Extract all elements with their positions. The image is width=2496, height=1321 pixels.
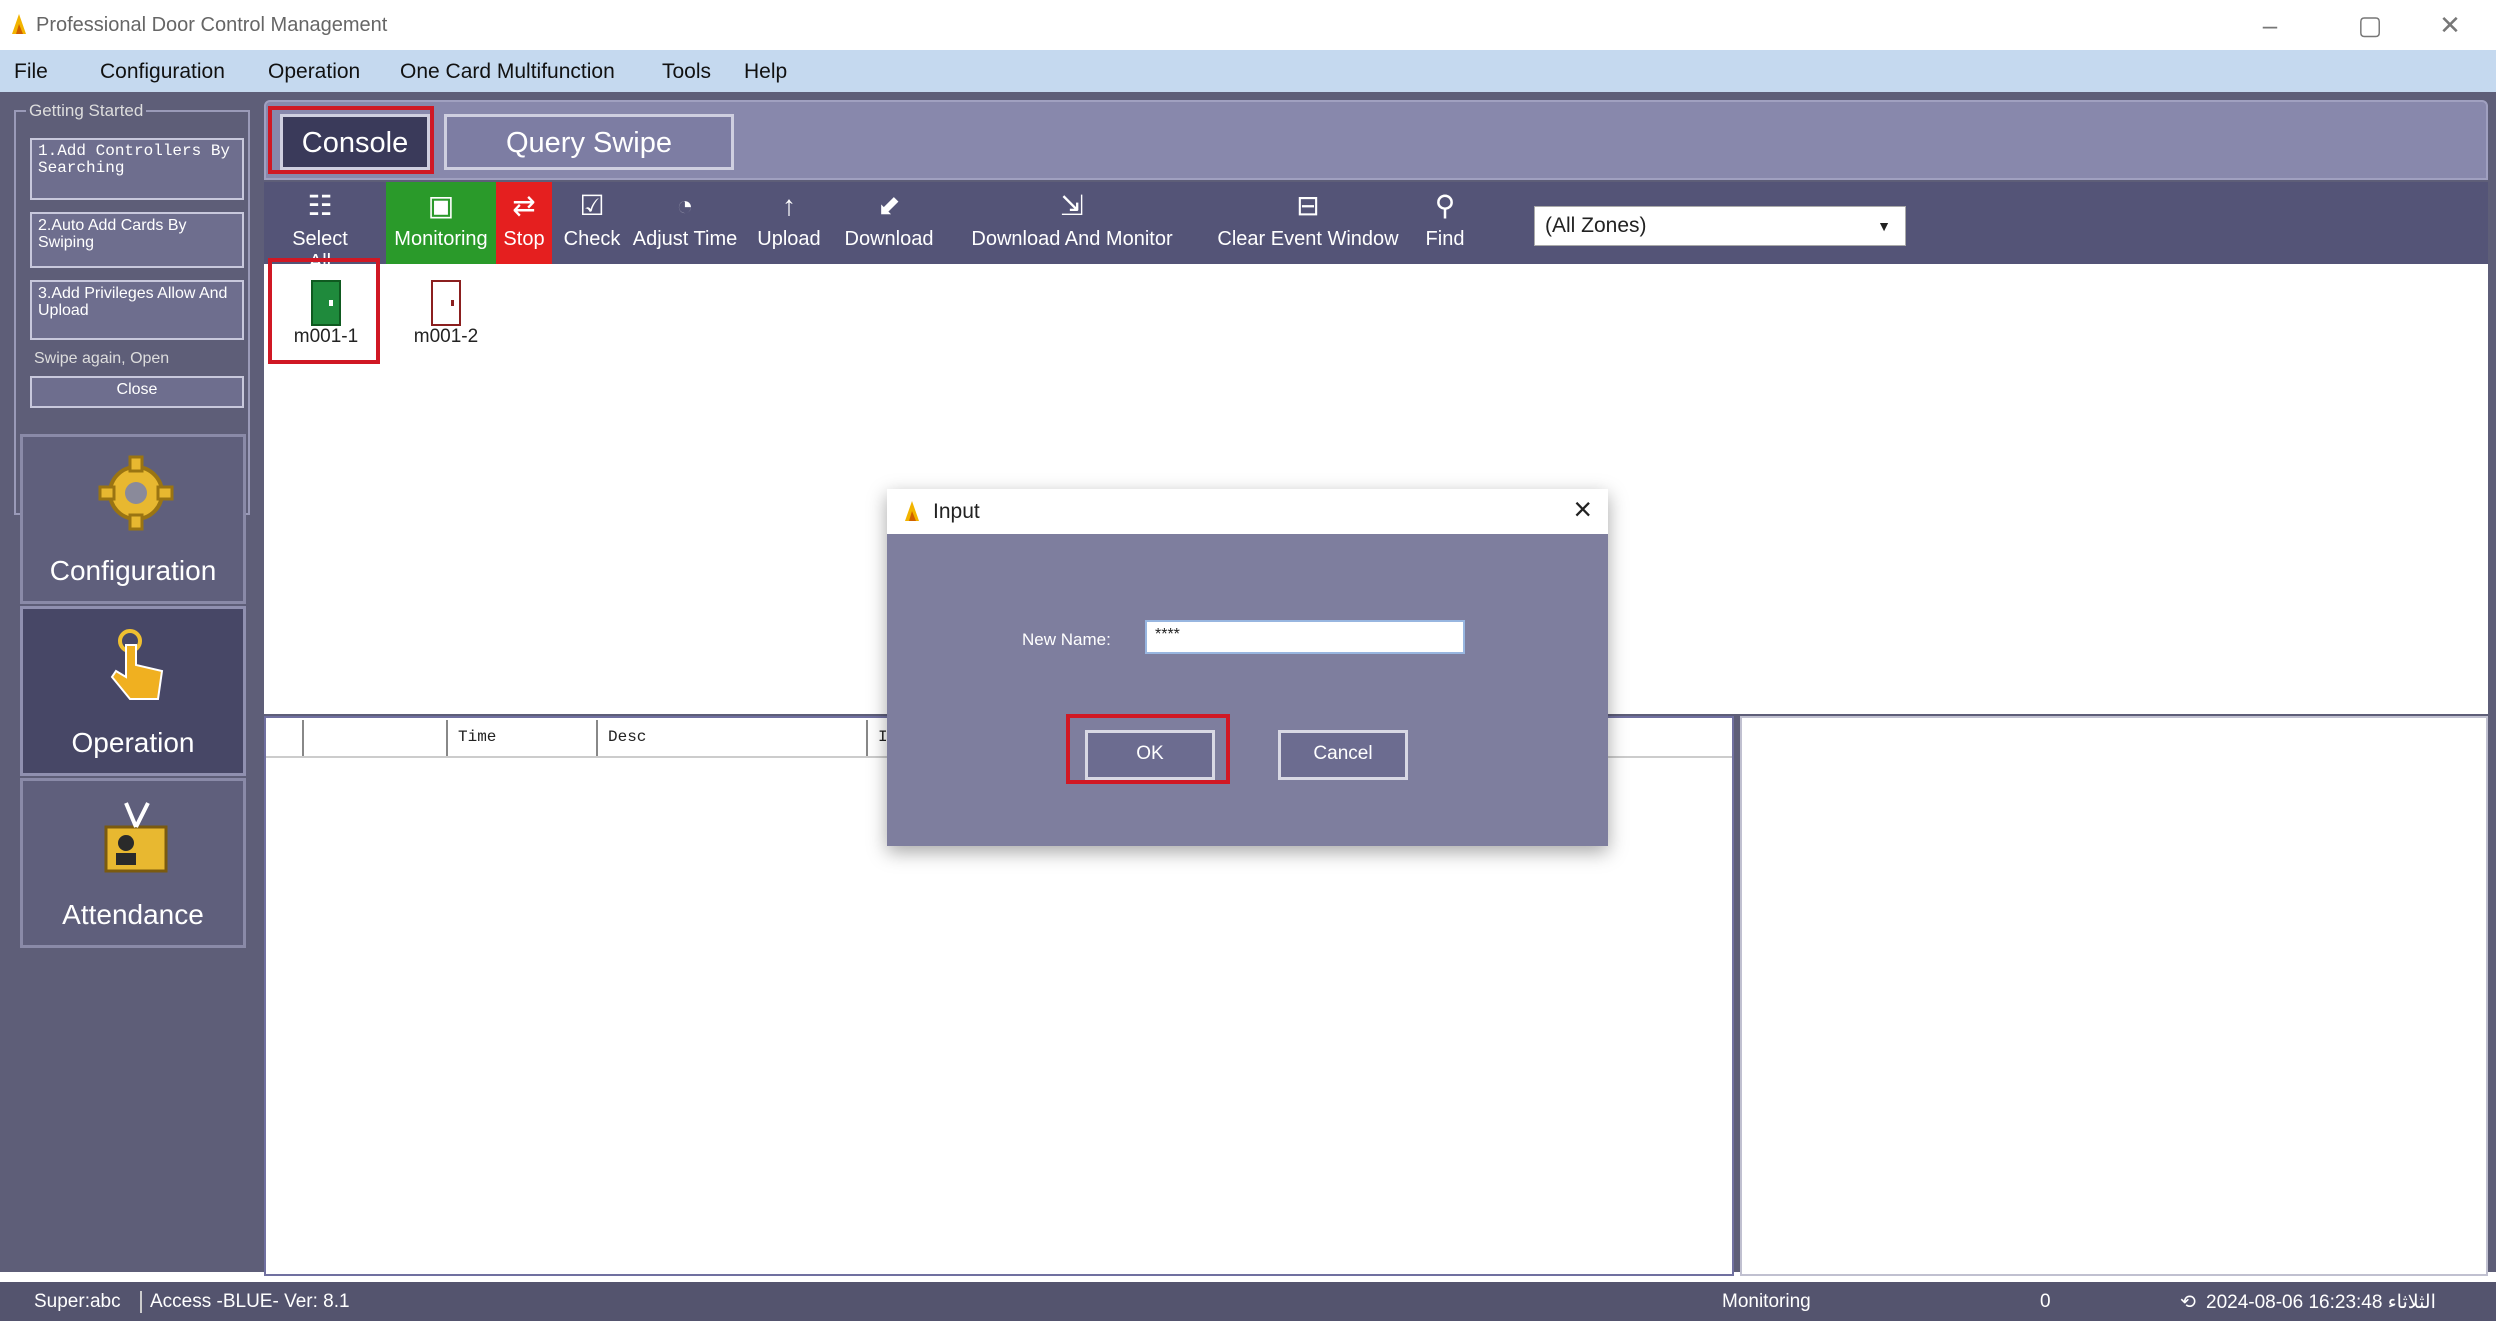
stop-label: Stop bbox=[503, 228, 545, 250]
status-bar bbox=[0, 1282, 2496, 1321]
menu-one-card[interactable]: One Card Multifunction bbox=[400, 60, 615, 84]
upload-label: Upload bbox=[757, 228, 821, 250]
download-label: Download bbox=[844, 228, 934, 250]
nav-attendance[interactable]: Attendance bbox=[20, 778, 246, 948]
maximize-button[interactable]: ▢ bbox=[2350, 10, 2390, 41]
monitoring-label: Monitoring bbox=[394, 228, 488, 250]
close-window-button[interactable]: ✕ bbox=[2430, 10, 2470, 41]
adjust-time-button[interactable]: ◔ Adjust Time bbox=[630, 182, 740, 264]
check-button[interactable]: ☑ Check bbox=[560, 182, 624, 264]
minimize-button[interactable]: – bbox=[2250, 10, 2290, 41]
new-name-label: New Name: bbox=[1022, 630, 1111, 649]
menu-help[interactable]: Help bbox=[744, 60, 787, 84]
nav-attendance-label: Attendance bbox=[62, 899, 204, 930]
stop-icon: ⇄ bbox=[512, 190, 536, 221]
gear-icon bbox=[98, 455, 174, 531]
highlight-ok bbox=[1066, 714, 1230, 784]
find-button[interactable]: ⚲ Find bbox=[1420, 182, 1470, 264]
nav-operation[interactable]: Operation bbox=[20, 606, 246, 776]
upload-icon: ↑ bbox=[782, 190, 796, 221]
check-icon: ☑ bbox=[579, 190, 605, 221]
download-button[interactable]: ⬋ Download bbox=[836, 182, 942, 264]
attendance-icon bbox=[104, 802, 168, 873]
menu-operation[interactable]: Operation bbox=[268, 60, 360, 84]
app-logo-icon bbox=[905, 501, 919, 521]
column-header-desc[interactable]: Desc bbox=[596, 720, 866, 756]
stop-button[interactable]: ⇄ Stop bbox=[496, 182, 552, 264]
clear-event-window-label: Clear Event Window bbox=[1217, 228, 1399, 250]
step-auto-add-cards-button[interactable]: 2.Auto Add Cards By Swiping bbox=[30, 212, 244, 268]
hand-pointer-icon bbox=[110, 629, 164, 700]
status-user: Super:abc bbox=[34, 1291, 121, 1312]
nav-configuration[interactable]: Configuration bbox=[20, 434, 246, 604]
input-dialog bbox=[887, 489, 1608, 846]
menu-configuration[interactable]: Configuration bbox=[100, 60, 225, 84]
select-all-icon: ☷ bbox=[307, 190, 333, 221]
adjust-time-label: Adjust Time bbox=[632, 228, 738, 250]
clear-icon: ⊟ bbox=[1296, 190, 1320, 221]
upload-button[interactable]: ↑ Upload bbox=[750, 182, 828, 264]
getting-started-close-button[interactable]: Close bbox=[30, 376, 244, 408]
dialog-title: Input bbox=[933, 500, 980, 523]
monitoring-button[interactable]: ▣ Monitoring bbox=[386, 182, 496, 264]
cancel-button[interactable]: Cancel bbox=[1278, 730, 1408, 780]
detail-pane bbox=[1740, 716, 2488, 1276]
input-dialog-titlebar: Input × bbox=[887, 489, 1608, 534]
door-name: m001-2 bbox=[413, 326, 479, 347]
chevron-down-icon: ▼ bbox=[1877, 218, 1891, 234]
new-name-input[interactable]: **** bbox=[1145, 620, 1465, 654]
menu-file[interactable]: File bbox=[14, 60, 48, 84]
find-label: Find bbox=[1425, 228, 1465, 250]
clock-icon: ◔ bbox=[676, 190, 694, 221]
check-label: Check bbox=[563, 228, 621, 250]
select-all-button[interactable]: ☷ Select All bbox=[286, 182, 354, 273]
nav-configuration-label: Configuration bbox=[49, 555, 217, 586]
menu-bar: File Configuration Operation One Card Mu… bbox=[0, 50, 2496, 92]
column-header-time[interactable]: Time bbox=[446, 720, 596, 756]
door-item[interactable]: m001-2 bbox=[396, 276, 496, 376]
step-add-privileges-button[interactable]: 3.Add Privileges Allow And Upload bbox=[30, 280, 244, 340]
status-datetime: 2024-08-06 16:23:48 الثلاثاء bbox=[2206, 1292, 2436, 1313]
nav-operation-label: Operation bbox=[71, 727, 195, 758]
clear-event-window-button[interactable]: ⊟ Clear Event Window bbox=[1202, 182, 1414, 264]
download-and-monitor-label: Download And Monitor bbox=[971, 228, 1173, 250]
download-icon: ⬋ bbox=[877, 190, 901, 221]
status-state: Monitoring bbox=[1722, 1291, 1811, 1312]
highlight-door bbox=[268, 258, 380, 364]
clock-icon: ⟲ bbox=[2180, 1292, 2196, 1313]
window-title: Professional Door Control Management bbox=[36, 14, 388, 36]
status-mode: Access -BLUE- Ver: 8.1 bbox=[140, 1291, 350, 1313]
highlight-console bbox=[268, 106, 434, 174]
tab-query-swipe-records[interactable]: Query Swipe Records bbox=[444, 114, 734, 211]
dialog-close-button[interactable]: × bbox=[1573, 491, 1592, 528]
zone-select[interactable]: (All Zones) ▼ bbox=[1534, 206, 1906, 246]
status-count: 0 bbox=[2040, 1291, 2051, 1312]
monitor-icon: ▣ bbox=[427, 190, 455, 221]
menu-tools[interactable]: Tools bbox=[662, 60, 711, 84]
column-header[interactable] bbox=[302, 720, 446, 756]
download-and-monitor-button[interactable]: ⇲ Download And Monitor bbox=[952, 182, 1192, 264]
find-icon: ⚲ bbox=[1434, 190, 1456, 221]
download-monitor-icon: ⇲ bbox=[1060, 190, 1084, 221]
title-bar: Professional Door Control Management – ▢… bbox=[0, 0, 2496, 50]
step-add-controllers-button[interactable]: 1.Add Controllers By Searching bbox=[30, 138, 244, 200]
app-logo-icon bbox=[12, 14, 26, 34]
zone-select-value: (All Zones) bbox=[1545, 214, 1647, 237]
door-closed-icon bbox=[431, 280, 461, 326]
swipe-note: Swipe again, Open bbox=[34, 350, 170, 367]
toolbar: ☷ Select All ▣ Monitoring ⇄ Stop ☑ Check… bbox=[264, 182, 2488, 273]
getting-started-title: Getting Started bbox=[26, 101, 147, 121]
